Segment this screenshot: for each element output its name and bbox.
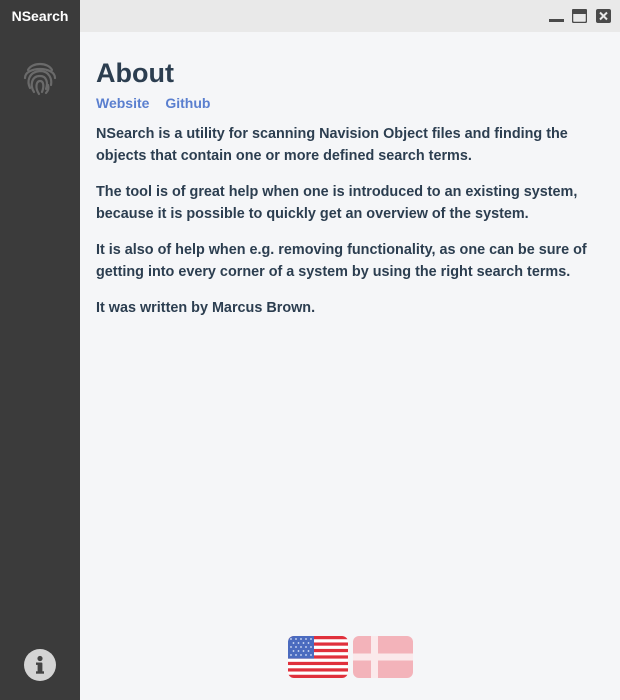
window-titlebar[interactable] [80, 0, 620, 32]
about-links: Website Github [96, 95, 604, 115]
github-link[interactable]: Github [165, 95, 210, 111]
fingerprint-icon[interactable] [22, 58, 58, 96]
page-title: About [96, 58, 174, 88]
minimize-icon[interactable] [549, 9, 564, 23]
language-selector [288, 636, 413, 678]
about-paragraph-1: NSearch is a utility for scanning Navisi… [96, 126, 568, 164]
close-icon[interactable] [596, 9, 611, 23]
app-title: NSearch [11, 8, 69, 24]
about-paragraph-3: It is also of help when e.g. removing fu… [96, 242, 587, 280]
info-icon[interactable] [24, 649, 56, 681]
english-flag[interactable] [288, 636, 348, 678]
maximize-icon[interactable] [571, 8, 588, 24]
app-window: NSearch About Website Github NSearch is … [0, 0, 620, 700]
about-page: About Website Github NSearch is a utilit… [80, 32, 620, 700]
about-paragraph-2: The tool is of great help when one is in… [96, 184, 578, 222]
website-link[interactable]: Website [96, 95, 149, 111]
about-paragraph-4: It was written by Marcus Brown. [96, 300, 316, 316]
danish-flag[interactable] [353, 636, 413, 678]
sidebar: NSearch [0, 0, 80, 700]
